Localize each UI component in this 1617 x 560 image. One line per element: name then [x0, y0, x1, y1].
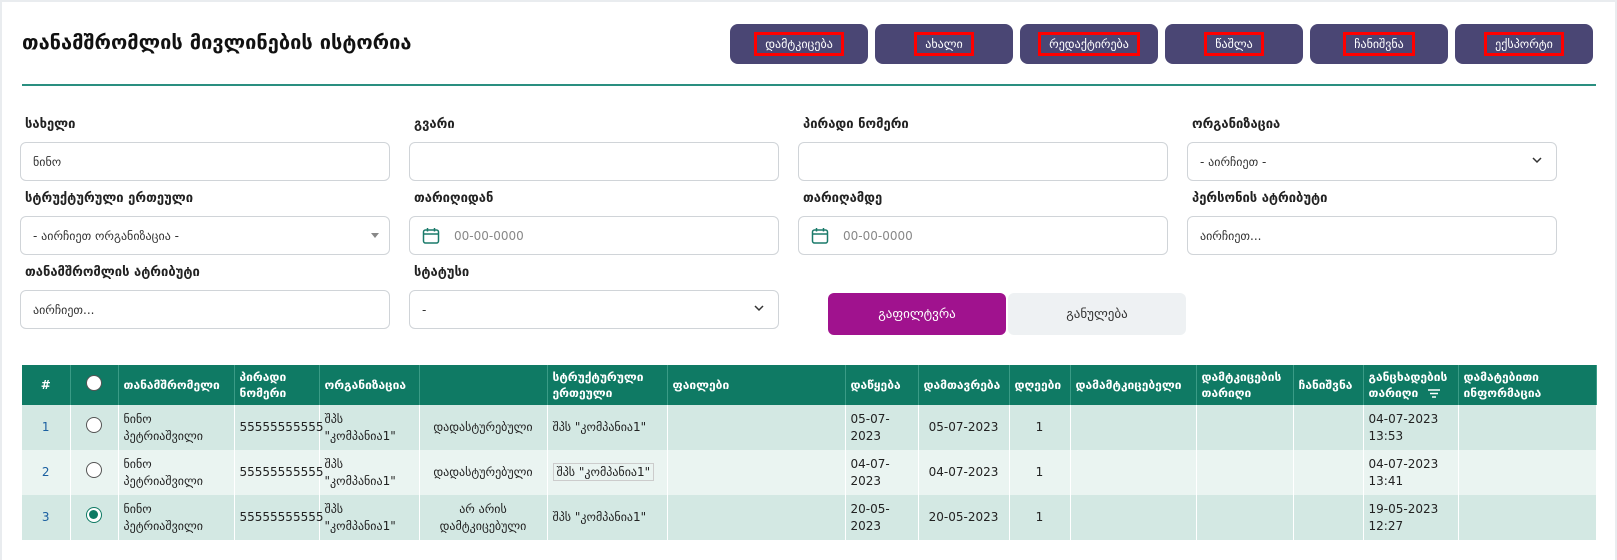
personal-number-label: პირადი ნომერი	[803, 117, 909, 132]
filter-button[interactable]: გაფილტვრა	[828, 293, 1006, 335]
row-select-radio[interactable]	[86, 417, 102, 433]
personal-number-input[interactable]	[798, 142, 1168, 181]
page-title: თანამშრომლის მივლინების ისტორია	[22, 30, 412, 54]
employee-attribute-field: თანამშრომლის ატრიბუტი აირჩიეთ...	[20, 265, 390, 329]
delete-button[interactable]: წაშლა	[1165, 24, 1303, 64]
personnel-attribute-label: პერსონის ატრიბუტი	[1192, 191, 1328, 206]
chevron-down-icon	[1532, 157, 1542, 164]
date-to-field: თარიღამდე 00-00-0000	[798, 191, 1168, 255]
status-select[interactable]: -	[409, 290, 779, 329]
col-header-end[interactable]: დამთავრება	[918, 365, 1010, 405]
row-select-radio[interactable]	[86, 462, 102, 478]
header-divider	[22, 84, 1596, 86]
table-row[interactable]: 2 ნინო პეტრიაშვილი 55555555555 შპს "კომპ…	[22, 450, 1597, 495]
approve-button[interactable]: დამტკიცება	[730, 24, 868, 64]
status-badge: დადასტურებული	[419, 450, 548, 495]
caret-down-icon	[371, 233, 379, 238]
col-header-num: #	[22, 365, 71, 405]
table-header-row: # თანამშრომელი პირადი ნომერი ორგანიზაცია…	[22, 365, 1597, 405]
personnel-attribute-field: პერსონის ატრიბუტი აირჩიეთ...	[1187, 191, 1557, 255]
trips-table: # თანამშრომელი პირადი ნომერი ორგანიზაცია…	[22, 365, 1597, 540]
organization-label: ორგანიზაცია	[1192, 117, 1281, 132]
col-header-structural-unit[interactable]: სტრუქტურული ერთეული	[547, 365, 668, 405]
date-from-input[interactable]: 00-00-0000	[409, 216, 779, 255]
status-badge: დადასტურებული	[419, 405, 548, 450]
new-button[interactable]: ახალი	[875, 24, 1013, 64]
last-name-field: გვარი	[409, 117, 779, 181]
col-header-files[interactable]: ფაილები	[667, 365, 846, 405]
toolbar: დამტკიცება ახალი რედაქტირება წაშლა ჩანიშ…	[730, 24, 1593, 64]
reset-button[interactable]: განულება	[1008, 293, 1186, 335]
structural-unit-label: სტრუქტურული ერთეული	[25, 191, 194, 206]
export-button[interactable]: ექსპორტი	[1455, 24, 1593, 64]
note-button[interactable]: ჩანიშვნა	[1310, 24, 1448, 64]
col-header-start[interactable]: დაწყება	[845, 365, 919, 405]
col-header-employee[interactable]: თანამშრომელი	[118, 365, 235, 405]
last-name-label: გვარი	[414, 117, 455, 132]
col-header-approver[interactable]: დამამტკიცებელი	[1070, 365, 1197, 405]
employee-attribute-label: თანამშრომლის ატრიბუტი	[25, 265, 200, 280]
col-header-extra-info[interactable]: დამატებითი ინფორმაცია	[1458, 365, 1597, 405]
employee-attribute-input[interactable]: აირჩიეთ...	[20, 290, 390, 329]
col-header-note[interactable]: ჩანიშვნა	[1293, 365, 1364, 405]
sort-desc-icon[interactable]	[1428, 388, 1441, 399]
main-card: თანამშრომლის მივლინების ისტორია დამტკიცე…	[2, 2, 1615, 560]
first-name-field: სახელი ნინო	[20, 117, 390, 181]
status-field: სტატუსი -	[409, 265, 779, 329]
last-name-input[interactable]	[409, 142, 779, 181]
edit-button[interactable]: რედაქტირება	[1020, 24, 1158, 64]
table-row[interactable]: 3 ნინო პეტრიაშვილი 55555555555 შპს "კომპ…	[22, 495, 1597, 540]
organization-select[interactable]: - აირჩიეთ -	[1187, 142, 1557, 181]
structural-unit-select[interactable]: - აირჩიეთ ორგანიზაცია -	[20, 216, 390, 255]
col-header-days[interactable]: დღეები	[1009, 365, 1071, 405]
date-from-field: თარიღიდან 00-00-0000	[409, 191, 779, 255]
col-header-status	[419, 365, 548, 405]
personal-number-field: პირადი ნომერი	[798, 117, 1168, 181]
col-header-approve-date[interactable]: დამტკიცების თარიღი	[1196, 365, 1294, 405]
col-header-organization[interactable]: ორგანიზაცია	[319, 365, 420, 405]
status-label: სტატუსი	[414, 265, 470, 280]
col-header-select	[70, 365, 119, 405]
organization-field: ორგანიზაცია - აირჩიეთ -	[1187, 117, 1557, 181]
structural-unit-field: სტრუქტურული ერთეული - აირჩიეთ ორგანიზაცი…	[20, 191, 390, 255]
col-header-personal-number[interactable]: პირადი ნომერი	[234, 365, 320, 405]
date-from-label: თარიღიდან	[414, 191, 494, 206]
first-name-label: სახელი	[25, 117, 76, 132]
row-select-radio[interactable]	[86, 507, 102, 523]
chevron-down-icon	[754, 305, 764, 312]
col-header-apply-date[interactable]: განცხადების თარიღი	[1363, 365, 1459, 405]
date-to-label: თარიღამდე	[803, 191, 883, 206]
select-all-radio[interactable]	[86, 375, 102, 391]
calendar-icon	[422, 227, 440, 244]
first-name-input[interactable]: ნინო	[20, 142, 390, 181]
date-to-input[interactable]: 00-00-0000	[798, 216, 1168, 255]
calendar-icon	[811, 227, 829, 244]
table-row[interactable]: 1 ნინო პეტრიაშვილი 55555555555 შპს "კომპ…	[22, 405, 1597, 450]
status-badge: არ არის დამტკიცებული	[419, 495, 548, 540]
personnel-attribute-input[interactable]: აირჩიეთ...	[1187, 216, 1557, 255]
